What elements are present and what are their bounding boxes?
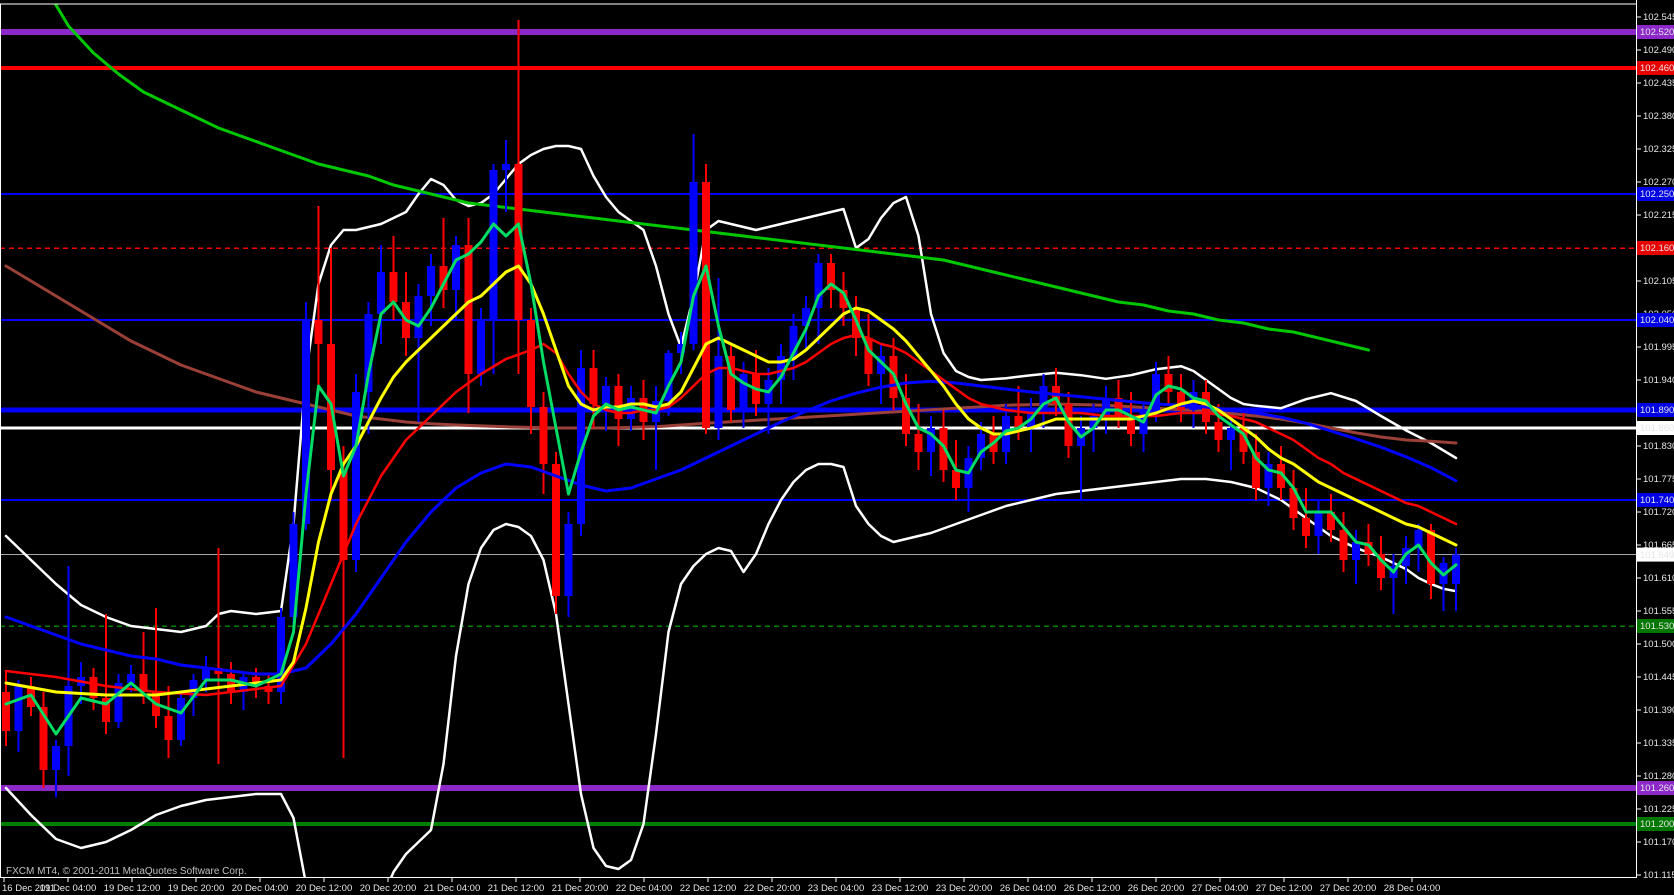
price-line-tag-label: 101.740 bbox=[1640, 495, 1674, 506]
time-axis-label: 26 Dec 12:00 bbox=[1064, 883, 1121, 894]
candle-body bbox=[1339, 530, 1348, 560]
candle-body bbox=[389, 272, 398, 302]
time-axis-label: 23 Dec 20:00 bbox=[936, 883, 993, 894]
time-axis-label: 20 Dec 04:00 bbox=[232, 883, 289, 894]
candle-body bbox=[539, 407, 548, 464]
price-axis-label: 101.445 bbox=[1643, 672, 1674, 683]
time-axis-label: 27 Dec 04:00 bbox=[1192, 883, 1249, 894]
price-line-tag-label: 101.649 bbox=[1640, 550, 1674, 561]
price-axis-label: 101.940 bbox=[1643, 375, 1674, 386]
price-axis-label: 102.545 bbox=[1643, 12, 1674, 23]
candle-body bbox=[52, 746, 60, 770]
chart-background bbox=[0, 0, 1674, 895]
copyright-text: FXCM MT4, © 2001-2011 MetaQuotes Softwar… bbox=[6, 866, 247, 877]
candle-body bbox=[14, 686, 23, 731]
price-axis-label: 101.225 bbox=[1643, 804, 1674, 815]
price-axis-label: 101.280 bbox=[1643, 771, 1674, 782]
candle-body bbox=[914, 434, 923, 452]
candle-body bbox=[702, 182, 710, 428]
candle-body bbox=[602, 386, 610, 404]
price-axis-label: 102.215 bbox=[1643, 210, 1674, 221]
candle-body bbox=[227, 674, 235, 692]
candle-body bbox=[589, 368, 598, 404]
candle-body bbox=[414, 296, 423, 338]
price-axis-label: 101.775 bbox=[1643, 474, 1674, 485]
time-axis-label: 22 Dec 20:00 bbox=[744, 883, 801, 894]
time-axis-label: 21 Dec 04:00 bbox=[424, 883, 481, 894]
price-line-tag-label: 101.200 bbox=[1640, 819, 1674, 830]
candle-body bbox=[527, 320, 535, 407]
candle-body bbox=[1214, 422, 1223, 440]
candle-body bbox=[1227, 428, 1235, 440]
price-axis-label: 102.435 bbox=[1643, 78, 1674, 89]
candle-body bbox=[1314, 512, 1323, 536]
time-axis-label: 22 Dec 12:00 bbox=[680, 883, 737, 894]
price-line-tag-label: 102.520 bbox=[1640, 27, 1674, 38]
time-axis-label: 20 Dec 20:00 bbox=[360, 883, 417, 894]
time-axis-label: 26 Dec 04:00 bbox=[1000, 883, 1057, 894]
price-axis-label: 101.995 bbox=[1643, 342, 1674, 353]
price-axis-label: 101.720 bbox=[1643, 507, 1674, 518]
price-line-tag-label: 101.860 bbox=[1640, 423, 1674, 434]
price-line-tag-label: 102.040 bbox=[1640, 315, 1674, 326]
price-axis-label: 101.335 bbox=[1643, 738, 1674, 749]
time-axis-label: 19 Dec 20:00 bbox=[168, 883, 225, 894]
candle-body bbox=[464, 245, 473, 374]
price-axis-label: 101.390 bbox=[1643, 705, 1674, 716]
candle-body bbox=[2, 692, 10, 731]
mt4-chart-window: 16 Dec 2011 19 Dec 04:00 19 Dec 12:00 19 De… bbox=[0, 0, 1674, 895]
price-line-tag-label: 102.460 bbox=[1640, 63, 1674, 74]
candle-body bbox=[477, 320, 485, 374]
time-axis-label: 22 Dec 04:00 bbox=[616, 883, 673, 894]
candle-body bbox=[352, 392, 360, 560]
candle-body bbox=[1452, 554, 1460, 584]
time-axis-label: 23 Dec 04:00 bbox=[808, 883, 865, 894]
price-line-tag-label: 101.890 bbox=[1640, 405, 1674, 416]
price-axis-label: 102.270 bbox=[1643, 177, 1674, 188]
candle-body bbox=[552, 464, 560, 596]
time-axis-label: 19 Dec 12:00 bbox=[104, 883, 161, 894]
time-axis-label: 27 Dec 12:00 bbox=[1256, 883, 1313, 894]
price-axis-label: 101.830 bbox=[1643, 441, 1674, 452]
price-axis-label: 101.500 bbox=[1643, 639, 1674, 650]
time-axis-label: 19 Dec 04:00 bbox=[40, 883, 97, 894]
candle-body bbox=[489, 170, 498, 320]
time-axis-label: 23 Dec 12:00 bbox=[872, 883, 929, 894]
time-axis-label: 26 Dec 20:00 bbox=[1128, 883, 1185, 894]
price-axis-label: 101.610 bbox=[1643, 573, 1674, 584]
candle-body bbox=[1352, 542, 1360, 560]
time-axis-label: 28 Dec 04:00 bbox=[1384, 883, 1441, 894]
price-axis-label: 102.380 bbox=[1643, 111, 1674, 122]
candle-body bbox=[1302, 518, 1310, 536]
price-axis-label: 101.170 bbox=[1643, 837, 1674, 848]
candle-body bbox=[314, 320, 323, 344]
candle-body bbox=[1177, 392, 1185, 410]
candle-body bbox=[177, 698, 185, 740]
time-axis-label: 20 Dec 12:00 bbox=[296, 883, 353, 894]
price-axis-label: 102.105 bbox=[1643, 276, 1674, 287]
time-axis-label: 27 Dec 20:00 bbox=[1320, 883, 1377, 894]
price-axis-label: 101.115 bbox=[1643, 870, 1674, 881]
price-axis-label: 102.325 bbox=[1643, 144, 1674, 155]
candle-body bbox=[377, 272, 385, 314]
time-axis-label: 21 Dec 12:00 bbox=[488, 883, 545, 894]
candle-body bbox=[164, 716, 173, 740]
candle-body bbox=[564, 524, 573, 596]
price-line-tag-label: 101.530 bbox=[1640, 621, 1674, 632]
candle-body bbox=[689, 182, 698, 344]
price-axis-label: 102.490 bbox=[1643, 45, 1674, 56]
candle-body bbox=[952, 470, 960, 488]
price-line-tag-label: 102.250 bbox=[1640, 189, 1674, 200]
price-axis-label: 101.555 bbox=[1643, 606, 1674, 617]
price-line-tag-label: 102.160 bbox=[1640, 243, 1674, 254]
time-axis-label: 21 Dec 20:00 bbox=[552, 883, 609, 894]
price-line-tag-label: 101.260 bbox=[1640, 783, 1674, 794]
candle-body bbox=[427, 266, 435, 296]
candle-body bbox=[502, 164, 510, 170]
price-chart-surface[interactable]: 16 Dec 201119 Dec 04:00 19 Dec 12:00 19 De… bbox=[0, 0, 1674, 895]
